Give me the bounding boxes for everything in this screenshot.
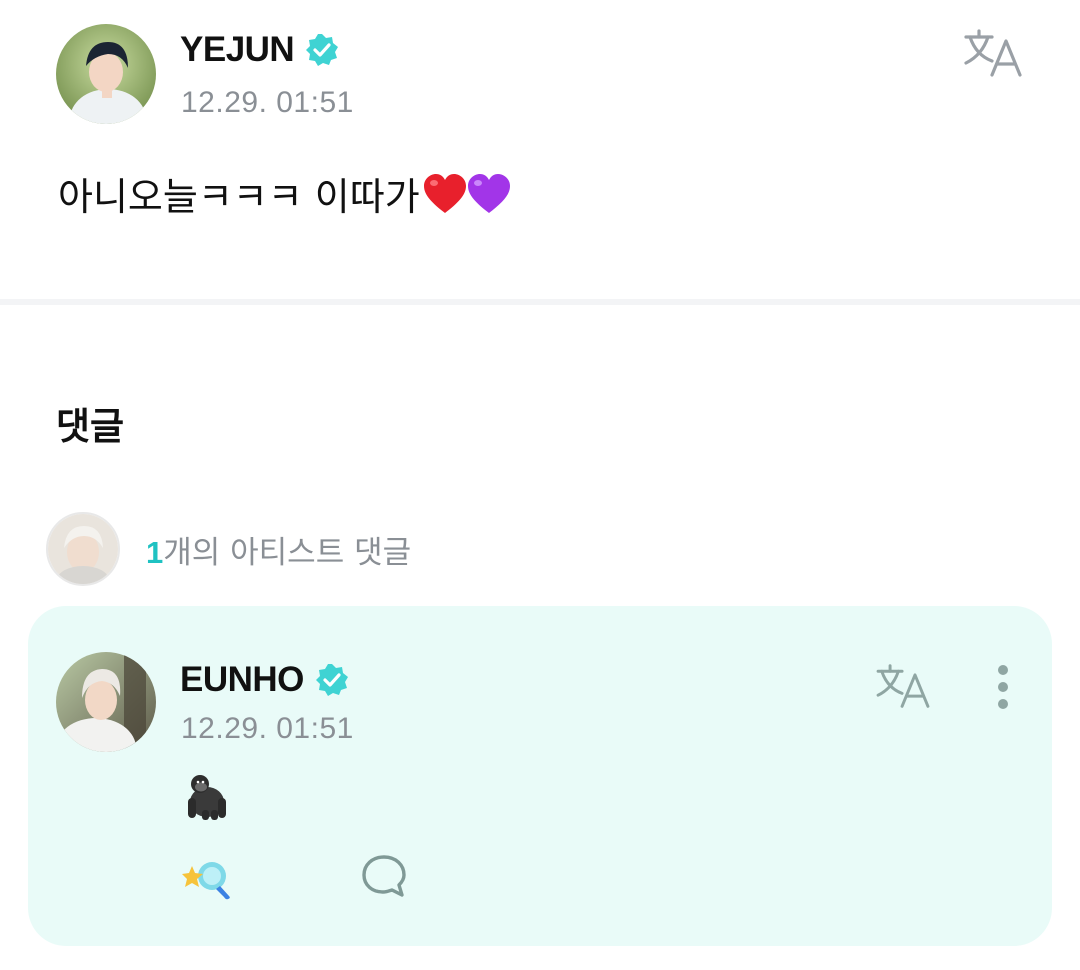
post-author-avatar[interactable]	[56, 24, 156, 124]
comment-author-name[interactable]: EUNHO	[180, 660, 350, 700]
star-wand-icon[interactable]	[182, 856, 234, 900]
comment-timestamp: 12.29. 01:51	[181, 712, 354, 745]
post-author-name[interactable]: YEJUN	[180, 30, 340, 70]
red-heart-icon	[423, 173, 466, 213]
section-divider	[0, 299, 1080, 305]
verified-badge-icon	[306, 34, 339, 66]
comments-title: 댓글	[56, 405, 125, 448]
post-timestamp: 12.29. 01:51	[181, 86, 354, 119]
speech-bubble-icon[interactable]	[361, 854, 407, 898]
translate-icon[interactable]	[874, 662, 932, 710]
verified-badge-icon	[315, 664, 348, 696]
comment-author-avatar[interactable]	[56, 652, 156, 752]
post-author-name-text: YEJUN	[180, 30, 295, 69]
translate-icon[interactable]	[962, 27, 1024, 79]
post-text: 아니오늘ㅋㅋㅋ 이따가	[58, 175, 420, 219]
artist-count-label: 개의 아티스트 댓글	[163, 534, 412, 571]
post-body: 아니오늘ㅋㅋㅋ 이따가	[58, 166, 512, 221]
gorilla-emoji	[188, 775, 226, 820]
comment-author-name-text: EUNHO	[180, 660, 304, 699]
artist-comment-count: 1개의 아티스트 댓글	[146, 527, 411, 572]
artist-comments-summary[interactable]: 1개의 아티스트 댓글	[46, 512, 411, 586]
more-vertical-icon[interactable]	[993, 663, 1013, 715]
purple-heart-icon	[467, 173, 510, 213]
artist-avatar-small	[46, 512, 120, 586]
artist-count-number: 1	[146, 534, 164, 570]
